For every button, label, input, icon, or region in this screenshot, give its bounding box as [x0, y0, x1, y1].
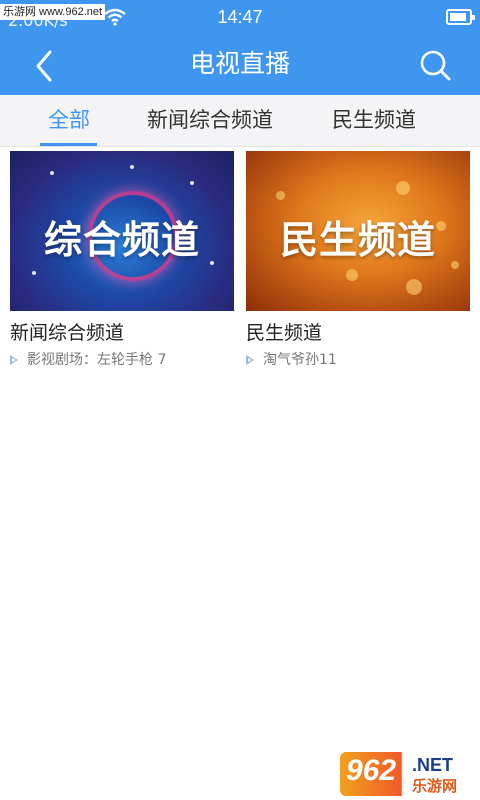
channel-thumbnail[interactable]: 民生频道 [246, 151, 470, 311]
thumbnail-title: 综合频道 [43, 218, 200, 262]
tab-news-channel[interactable]: 新闻综合频道 [136, 95, 284, 147]
search-icon[interactable] [416, 46, 456, 86]
sparkle [130, 165, 134, 169]
bokeh-light [276, 191, 285, 200]
bokeh-light [346, 269, 358, 281]
bokeh-light [396, 181, 410, 195]
channel-card[interactable]: 民生频道 民生频道 淘气爷孙11 [246, 151, 470, 370]
play-icon [10, 355, 18, 365]
sparkle [32, 271, 36, 275]
tab-livelihood-channel[interactable]: 民生频道 [322, 95, 426, 147]
watermark-number: 962 [346, 754, 397, 787]
page-title: 电视直播 [189, 49, 290, 78]
thumbnail-title: 民生频道 [279, 218, 436, 262]
app-header: 2.00K/s 乐游网 www.962.net 14:47 电视直播 [0, 0, 480, 95]
channel-name[interactable]: 民生频道 [246, 321, 470, 345]
now-playing-text: 淘气爷孙11 [263, 352, 337, 368]
play-icon [246, 355, 254, 365]
watermark-cn: 乐游网 [412, 777, 458, 795]
tab-all[interactable]: 全部 [28, 95, 110, 147]
sparkle [50, 171, 54, 175]
battery-level [450, 13, 467, 21]
channel-card[interactable]: 综合频道 新闻综合频道 影视剧场：左轮手枪 7 [10, 151, 234, 370]
now-playing: 影视剧场：左轮手枪 7 [10, 350, 234, 370]
status-time: 14:47 [217, 7, 263, 27]
channel-thumbnail[interactable]: 综合频道 [10, 151, 234, 311]
tab-bar: 全部 新闻综合频道 民生频道 [0, 95, 480, 147]
battery-icon [446, 9, 475, 25]
bokeh-light [406, 279, 422, 295]
status-bar: 2.00K/s 乐游网 www.962.net 14:47 [0, 0, 480, 34]
channel-name[interactable]: 新闻综合频道 [10, 321, 234, 345]
watermark-logo: 962 .NET 乐游网 [340, 752, 476, 796]
sparkle [190, 181, 194, 185]
now-playing-text: 影视剧场：左轮手枪 7 [27, 352, 167, 368]
active-tab-indicator [40, 143, 97, 146]
watermark-net: .NET [412, 755, 454, 775]
now-playing: 淘气爷孙11 [246, 350, 470, 370]
